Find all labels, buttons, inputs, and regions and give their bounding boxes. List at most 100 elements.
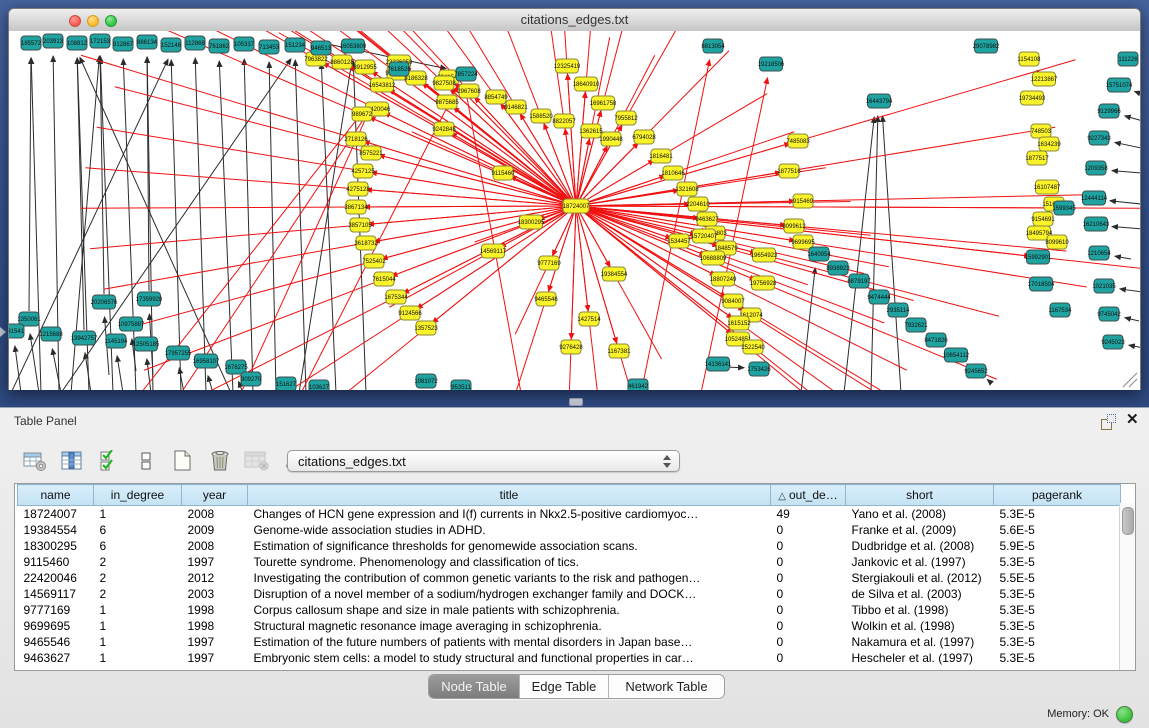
table-cell[interactable]: Yano et al. (2008)	[846, 506, 994, 523]
table-row[interactable]: 911546021997Tourette syndrome. Phenomeno…	[18, 554, 1121, 570]
close-panel-icon[interactable]: ✕	[1126, 410, 1139, 428]
table-cell[interactable]: Franke et al. (2009)	[846, 522, 994, 538]
table-cell[interactable]: 2008	[182, 538, 248, 554]
table-cell[interactable]: 5.3E-5	[994, 586, 1121, 602]
table-cell[interactable]: 1	[94, 618, 182, 634]
column-header-title[interactable]: title	[248, 485, 771, 506]
graph-edge[interactable]	[1125, 318, 1139, 321]
graph-edge[interactable]	[1112, 171, 1140, 173]
graph-edge[interactable]	[565, 206, 576, 390]
table-cell[interactable]: 0	[771, 586, 846, 602]
tab-network-table[interactable]: Network Table	[608, 675, 724, 698]
table-cell[interactable]: 1998	[182, 618, 248, 634]
table-cell[interactable]: 2012	[182, 570, 248, 586]
graph-edge[interactable]	[382, 206, 576, 259]
table-cell[interactable]: Estimation of significance thresholds fo…	[248, 538, 771, 554]
table-cell[interactable]: 2	[94, 554, 182, 570]
table-cell[interactable]: 0	[771, 522, 846, 538]
delete-column-icon[interactable]	[207, 449, 233, 473]
table-row[interactable]: 2242004622012Investigating the contribut…	[18, 570, 1121, 586]
table-cell[interactable]: 19384554	[18, 522, 94, 538]
table-cell[interactable]: 1997	[182, 634, 248, 650]
show-column-icon[interactable]	[59, 449, 85, 473]
table-cell[interactable]: 2008	[182, 506, 248, 523]
graph-edge[interactable]	[1115, 256, 1131, 259]
column-header-out_de[interactable]: △out_de…	[771, 485, 846, 506]
graph-edge[interactable]	[801, 268, 815, 390]
table-cell[interactable]: 1	[94, 602, 182, 618]
graph-edge[interactable]	[576, 206, 605, 390]
column-header-name[interactable]: name	[18, 485, 94, 506]
table-cell[interactable]: 9777169	[18, 602, 94, 618]
table-selector-dropdown[interactable]: citations_edges.txt	[287, 450, 680, 472]
graph-edge[interactable]	[1125, 116, 1140, 123]
delete-table-icon[interactable]	[244, 449, 270, 473]
table-cell[interactable]: 0	[771, 650, 846, 666]
table-cell[interactable]: Tibbo et al. (1998)	[846, 602, 994, 618]
graph-edge[interactable]	[1115, 142, 1140, 149]
table-cell[interactable]: 22420046	[18, 570, 94, 586]
graph-edge[interactable]	[576, 206, 1056, 208]
table-cell[interactable]: 5.3E-5	[994, 618, 1121, 634]
graph-edge[interactable]	[565, 129, 576, 206]
table-row[interactable]: 977716911998Corpus callosum shape and si…	[18, 602, 1121, 618]
graph-edge[interactable]	[77, 58, 84, 330]
table-cell[interactable]: 6	[94, 522, 182, 538]
graph-edge[interactable]	[1129, 345, 1140, 349]
network-canvas-area[interactable]: 1872400779638228860128891295523226058982…	[9, 31, 1140, 390]
graph-edge[interactable]	[1110, 201, 1140, 205]
table-cell[interactable]: 14569117	[18, 586, 94, 602]
graph-edge[interactable]	[117, 356, 123, 390]
graph-edge[interactable]	[179, 368, 184, 390]
table-cell[interactable]: Disruption of a novel member of a sodium…	[248, 586, 771, 602]
table-cell[interactable]: de Silva et al. (2003)	[846, 586, 994, 602]
graph-edge[interactable]	[465, 88, 521, 390]
panel-splitter-handle[interactable]	[569, 398, 583, 406]
window-titlebar[interactable]: citations_edges.txt	[9, 9, 1140, 32]
graph-edge[interactable]	[576, 206, 588, 311]
select-all-icon[interactable]	[96, 449, 122, 473]
unselect-all-icon[interactable]	[133, 449, 159, 473]
graph-edge[interactable]	[299, 61, 352, 390]
table-cell[interactable]: 0	[771, 634, 846, 650]
table-cell[interactable]: 9699695	[18, 618, 94, 634]
table-cell[interactable]: Hescheler et al. (1997)	[846, 650, 994, 666]
graph-edge[interactable]	[208, 376, 213, 390]
create-new-column-icon[interactable]	[170, 449, 196, 473]
table-cell[interactable]: Changes of HCN gene expression and I(f) …	[248, 506, 771, 523]
table-cell[interactable]: 0	[771, 570, 846, 586]
table-cell[interactable]: Investigating the contribution of common…	[248, 570, 771, 586]
tab-edge-table[interactable]: Edge Table	[519, 675, 608, 698]
table-row[interactable]: 1938455462009Genome-wide association stu…	[18, 522, 1121, 538]
tab-node-table[interactable]: Node Table	[429, 675, 519, 698]
graph-edge[interactable]	[389, 89, 576, 206]
scrollbar-thumb[interactable]	[1122, 507, 1134, 535]
graph-edge[interactable]	[882, 116, 901, 390]
graph-edge[interactable]	[576, 139, 589, 206]
table-cell[interactable]: 5.3E-5	[994, 554, 1121, 570]
table-cell[interactable]: 6	[94, 538, 182, 554]
table-cell[interactable]: 2009	[182, 522, 248, 538]
table-row[interactable]: 1872400712008Changes of HCN gene express…	[18, 506, 1121, 523]
graph-edge[interactable]	[52, 349, 61, 390]
table-cell[interactable]: 18300295	[18, 538, 94, 554]
table-cell[interactable]: Stergiakouli et al. (2012)	[846, 570, 994, 586]
graph-edge[interactable]	[374, 206, 576, 242]
graph-edge[interactable]	[1112, 227, 1140, 229]
table-cell[interactable]: 5.3E-5	[994, 602, 1121, 618]
table-cell[interactable]: Structural magnetic resonance image aver…	[248, 618, 771, 634]
table-cell[interactable]: Genome-wide association studies in ADHD.	[248, 522, 771, 538]
table-cell[interactable]: 0	[771, 554, 846, 570]
table-cell[interactable]: Wolkin et al. (1998)	[846, 618, 994, 634]
table-row[interactable]: 946362711997Embryonic stem cells: a mode…	[18, 650, 1121, 666]
table-cell[interactable]: 5.3E-5	[994, 650, 1121, 666]
graph-edge[interactable]	[321, 63, 336, 390]
float-panel-icon[interactable]	[1101, 414, 1116, 429]
table-vertical-scrollbar[interactable]	[1119, 503, 1135, 670]
table-cell[interactable]: 5.3E-5	[994, 506, 1121, 523]
table-cell[interactable]: Estimation of the future numbers of pati…	[248, 634, 771, 650]
graph-edge[interactable]	[576, 206, 610, 267]
graph-edge[interactable]	[1123, 373, 1137, 387]
table-cell[interactable]: Nakamura et al. (1997)	[846, 634, 994, 650]
table-cell[interactable]: 1998	[182, 602, 248, 618]
